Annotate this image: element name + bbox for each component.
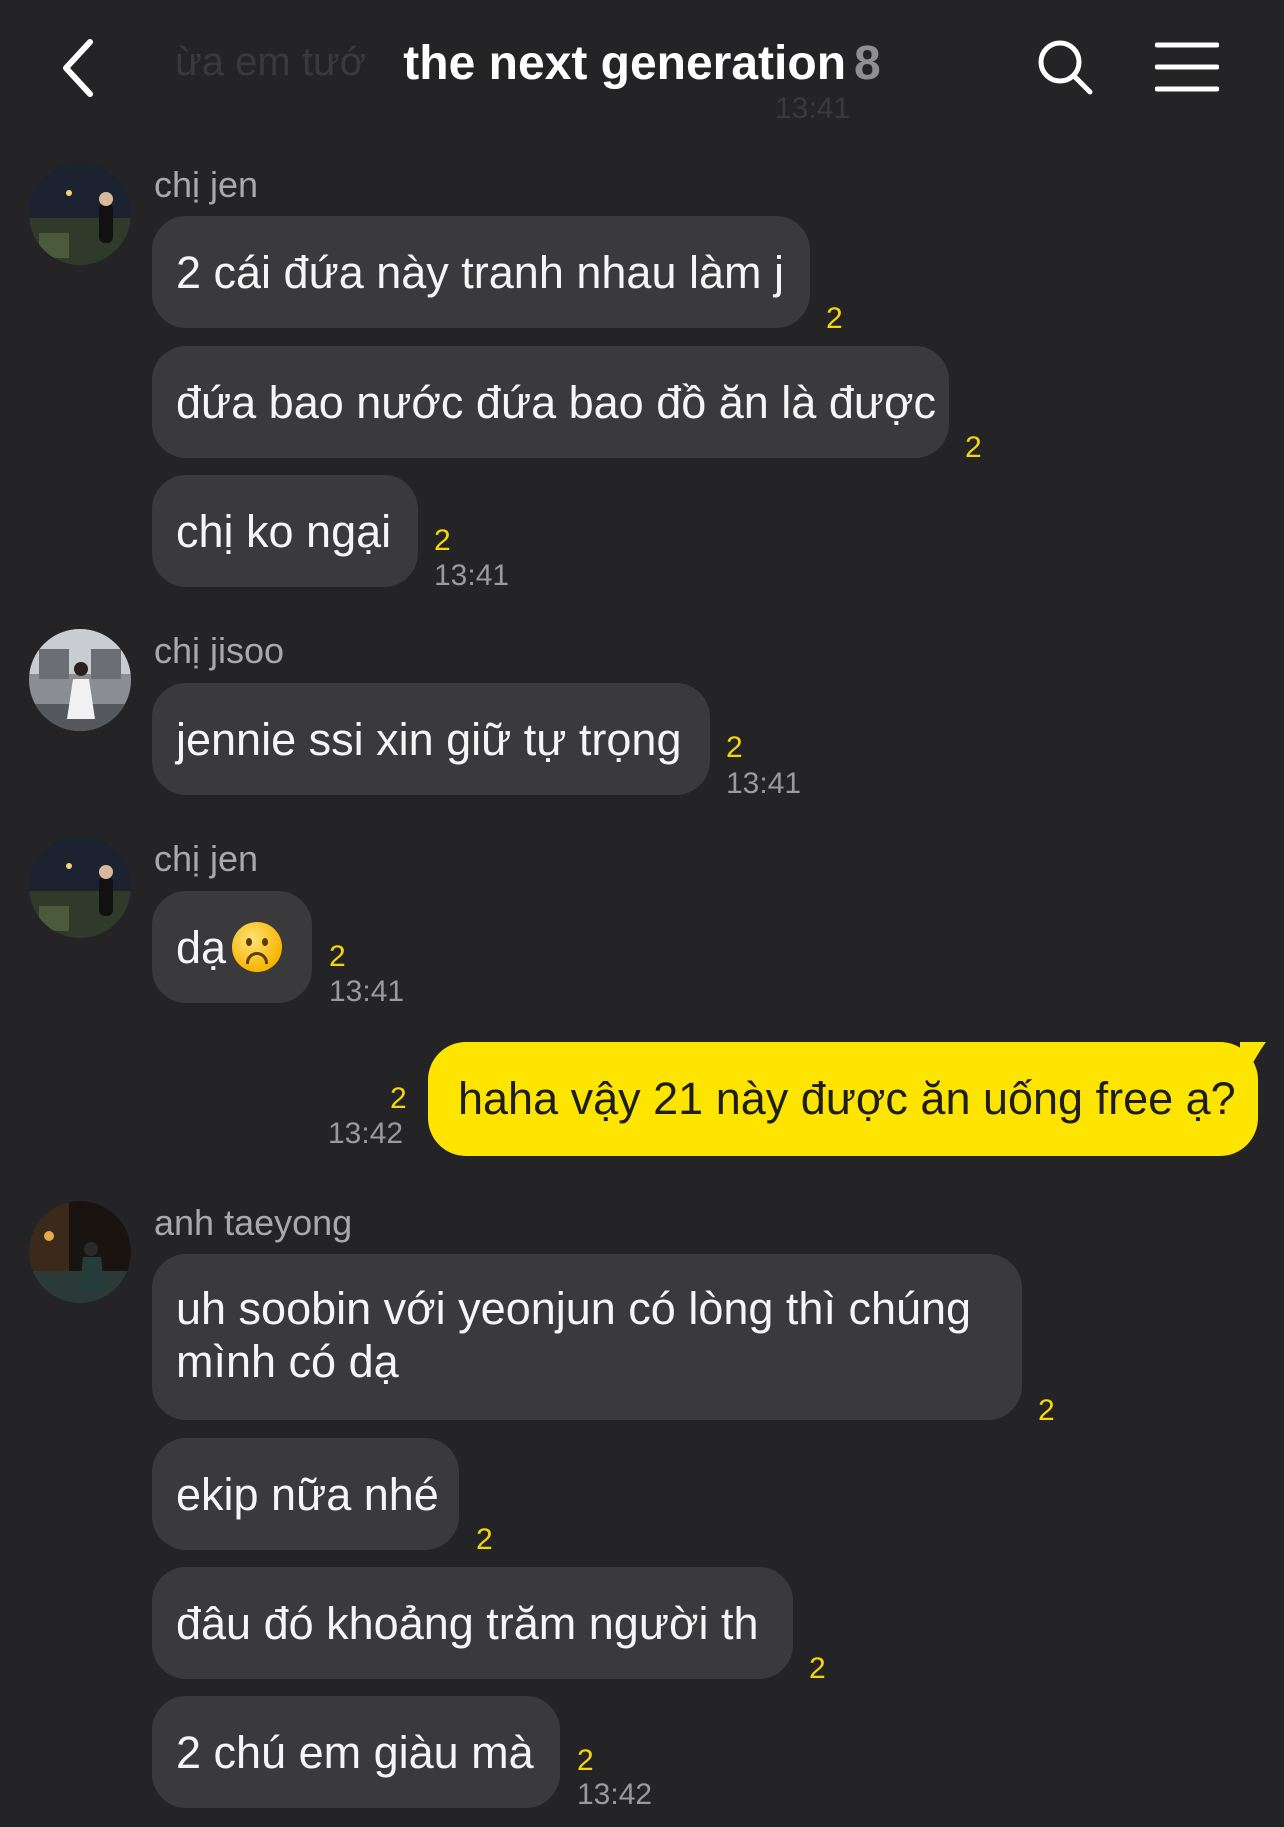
unread-count: 2 [390,1082,407,1115]
hamburger-menu-icon [1155,42,1219,92]
sender-name: anh taeyong [154,1202,353,1243]
unread-count: 2 [1038,1394,1055,1427]
avatar-anh-taeyong[interactable] [29,1201,131,1303]
message-text: đứa bao nước đứa bao đồ ăn là được [176,376,936,428]
scrolled-time-ghost: 13:41 [775,92,851,125]
avatar-chi-jen[interactable] [29,163,131,265]
message-text: chị ko ngại [176,505,392,557]
message-time: 13:42 [328,1117,404,1150]
unread-count: 2 [809,1652,826,1685]
unread-count: 2 [965,431,982,464]
sender-name: chị jen [154,164,259,205]
search-button[interactable] [1030,32,1100,102]
member-count: 8 [854,37,881,90]
menu-button[interactable] [1152,32,1222,102]
unread-count: 2 [434,524,451,557]
unread-count: 2 [726,731,743,764]
unread-count: 2 [476,1523,493,1556]
sender-name: chị jen [154,838,259,879]
message-time: 13:41 [726,767,802,800]
frowning-face-emoji-icon [232,922,283,972]
message-time: 13:41 [434,559,510,592]
chat-header: ừa em tướ 13:41 the next generation 8 [0,0,1284,130]
message-text: 2 cái đứa này tranh nhau làm j [176,246,784,298]
message-time: 13:41 [329,975,405,1008]
message-text: jennie ssi xin giữ tự trọng [176,713,682,765]
bubble-tail [1240,1042,1266,1068]
message-bubble[interactable]: chị ko ngại [152,475,418,587]
message-text: dạ [176,921,227,973]
message-bubble[interactable]: 2 cái đứa này tranh nhau làm j [152,216,810,328]
search-icon [1038,40,1093,95]
unread-count: 2 [826,302,843,335]
avatar-chi-jen[interactable] [29,836,131,938]
message-bubble[interactable]: đâu đó khoảng trăm người th [152,1567,793,1679]
sender-name: chị jisoo [154,630,285,671]
message-bubble[interactable]: ekip nữa nhé [152,1438,459,1550]
unread-count: 2 [577,1744,594,1777]
my-message-bubble[interactable]: haha vậy 21 này được ăn uống free ạ? [428,1042,1258,1156]
message-text: 2 chú em giàu mà [176,1726,534,1778]
message-time: 13:42 [577,1778,653,1811]
message-text: uh soobin với yeonjun có lòng thì chúng … [176,1283,972,1387]
avatar-chi-jisoo[interactable] [29,629,131,731]
chat-name: the next generation [403,37,847,90]
message-bubble[interactable]: dạ [152,891,312,1003]
message-bubble[interactable]: jennie ssi xin giữ tự trọng [152,683,710,795]
message-bubble[interactable]: 2 chú em giàu mà [152,1696,560,1808]
unread-count: 2 [329,940,346,973]
message-text: đâu đó khoảng trăm người th [176,1597,759,1649]
message-text: ekip nữa nhé [176,1468,439,1520]
message-text: haha vậy 21 này được ăn uống free ạ? [458,1073,1236,1124]
message-bubble[interactable]: đứa bao nước đứa bao đồ ăn là được [152,346,949,458]
message-bubble[interactable]: uh soobin với yeonjun có lòng thì chúng … [152,1254,1022,1420]
